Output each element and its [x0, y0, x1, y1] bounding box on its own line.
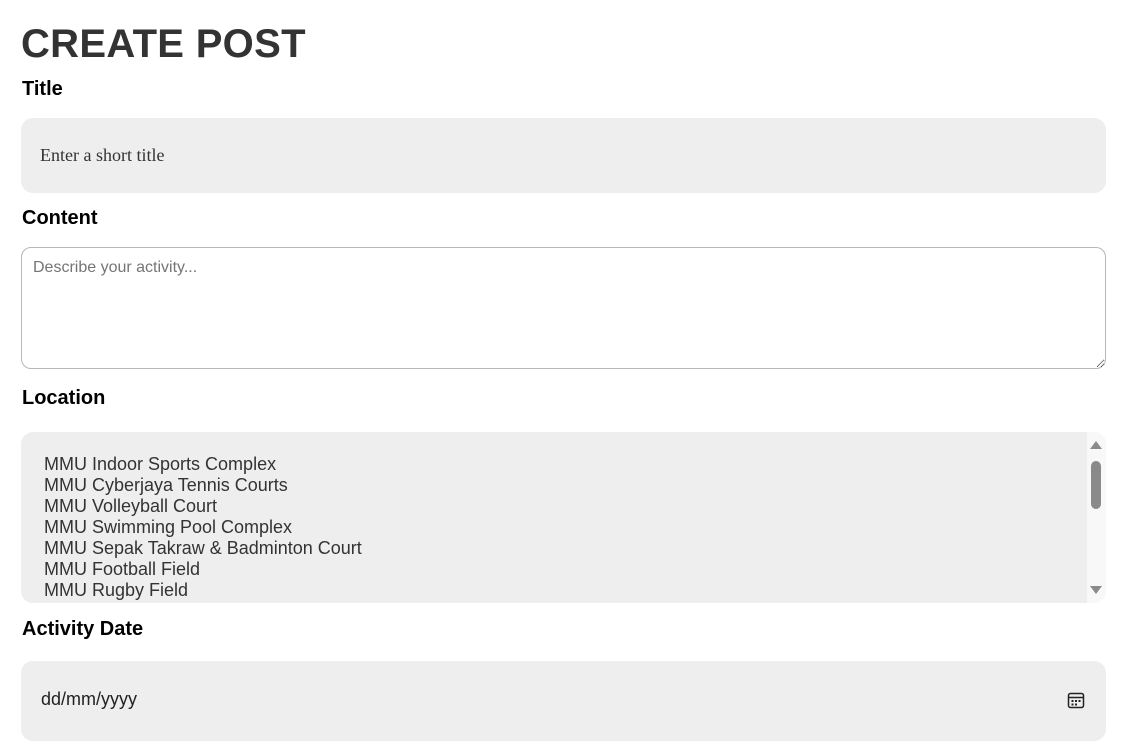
location-listbox[interactable]: MMU Indoor Sports Complex MMU Cyberjaya …	[21, 432, 1106, 603]
location-option[interactable]: MMU Volleyball Court	[44, 496, 1106, 517]
location-options: MMU Indoor Sports Complex MMU Cyberjaya …	[21, 432, 1106, 601]
scrollbar-thumb[interactable]	[1091, 461, 1101, 509]
activity-date-label: Activity Date	[22, 618, 144, 640]
calendar-icon[interactable]	[1067, 691, 1085, 709]
location-option[interactable]: MMU Cyberjaya Tennis Courts	[44, 475, 1106, 496]
location-option[interactable]: MMU Football Field	[44, 559, 1106, 580]
location-label: Location	[22, 387, 106, 409]
content-textarea[interactable]	[21, 247, 1106, 369]
date-placeholder: dd/mm/yyyy	[41, 689, 138, 709]
location-option[interactable]: MMU Sepak Takraw & Badminton Court	[44, 538, 1106, 559]
scroll-up-arrow-icon[interactable]	[1090, 441, 1102, 449]
activity-date-input[interactable]: dd/mm/yyyy	[21, 661, 1106, 741]
location-option[interactable]: MMU Rugby Field	[44, 580, 1106, 601]
title-input[interactable]	[21, 118, 1106, 193]
scroll-down-arrow-icon[interactable]	[1090, 586, 1102, 594]
title-label: Title	[22, 78, 63, 100]
location-option[interactable]: MMU Indoor Sports Complex	[44, 454, 1106, 475]
page-title: CREATE POST	[21, 22, 306, 66]
location-scrollbar[interactable]	[1087, 432, 1106, 603]
content-label: Content	[22, 207, 98, 229]
create-post-page: CREATE POST Title Content Location MMU I…	[0, 0, 1124, 755]
location-option[interactable]: MMU Swimming Pool Complex	[44, 517, 1106, 538]
